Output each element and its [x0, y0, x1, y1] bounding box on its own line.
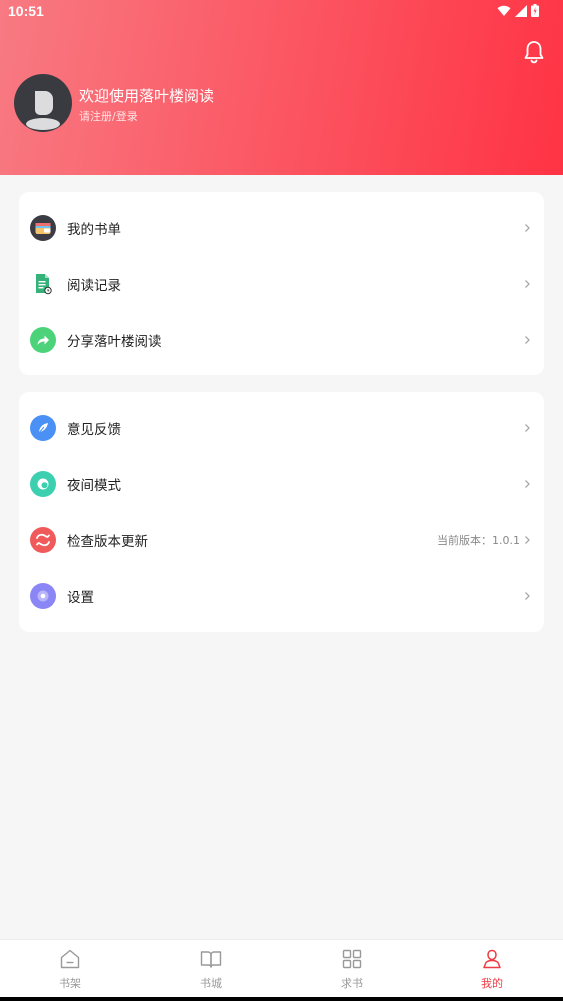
menu-item-label: 设置 — [67, 590, 94, 606]
gear-icon — [30, 583, 56, 609]
menu-item-label: 分享落叶楼阅读 — [67, 334, 162, 350]
home-icon — [60, 949, 80, 969]
gesture-bar-edge — [0, 997, 563, 1001]
share-icon — [30, 327, 56, 353]
chevron-right-icon — [525, 536, 530, 544]
menu-item-label: 夜间模式 — [67, 478, 121, 494]
wifi-icon — [497, 5, 511, 16]
menu-item-label: 检查版本更新 — [67, 534, 148, 550]
tab-request-book[interactable]: 求书 — [282, 940, 422, 998]
menu-card-secondary: 意见反馈 夜间模式 检查版本更新 当前版本：1.0.1 设置 — [19, 392, 544, 632]
document-icon — [30, 271, 56, 297]
current-version-text: 当前版本：1.0.1 — [437, 534, 520, 547]
menu-item-label: 我的书单 — [67, 222, 121, 238]
status-icons — [497, 4, 539, 17]
tab-bookshelf[interactable]: 书架 — [0, 940, 140, 998]
signal-icon — [515, 4, 527, 17]
chevron-right-icon — [525, 224, 530, 232]
menu-item-label: 阅读记录 — [67, 278, 121, 294]
menu-item-feedback[interactable]: 意见反馈 — [19, 400, 544, 456]
chevron-right-icon — [525, 336, 530, 344]
menu-item-my-booklist[interactable]: 我的书单 — [19, 200, 544, 256]
tab-bookstore[interactable]: 书城 — [141, 940, 281, 998]
register-login-link[interactable]: 请注册/登录 — [79, 108, 138, 124]
status-time: 10:51 — [8, 3, 44, 19]
grid-icon — [342, 949, 362, 969]
chevron-right-icon — [525, 280, 530, 288]
wallet-icon — [30, 215, 56, 241]
chevron-right-icon — [525, 424, 530, 432]
menu-card-primary: 我的书单 阅读记录 分享落叶楼阅读 — [19, 192, 544, 375]
tab-label: 书架 — [59, 977, 81, 990]
battery-icon — [531, 4, 539, 17]
chevron-right-icon — [525, 480, 530, 488]
menu-item-label: 意见反馈 — [67, 422, 121, 438]
avatar-placeholder-icon — [26, 91, 60, 130]
tab-label: 我的 — [481, 977, 503, 990]
book-icon — [200, 951, 222, 968]
menu-item-share-app[interactable]: 分享落叶楼阅读 — [19, 312, 544, 368]
feather-icon — [30, 415, 56, 441]
tab-label: 书城 — [200, 977, 222, 990]
avatar[interactable] — [14, 74, 72, 132]
user-icon — [483, 949, 501, 969]
menu-item-reading-history[interactable]: 阅读记录 — [19, 256, 544, 312]
status-bar: 10:51 — [0, 0, 563, 24]
bell-icon[interactable] — [523, 40, 545, 64]
tab-mine[interactable]: 我的 — [422, 940, 562, 998]
bottom-tab-bar: 书架 书城 求书 我的 — [0, 939, 563, 1001]
chevron-right-icon — [525, 592, 530, 600]
moon-icon — [30, 471, 56, 497]
menu-item-night-mode[interactable]: 夜间模式 — [19, 456, 544, 512]
refresh-icon — [30, 527, 56, 553]
menu-item-settings[interactable]: 设置 — [19, 568, 544, 624]
welcome-text: 欢迎使用落叶楼阅读 — [79, 87, 215, 105]
profile-header: 10:51 欢迎使用落叶楼阅读 请注册/登录 — [0, 0, 563, 175]
menu-item-check-update[interactable]: 检查版本更新 当前版本：1.0.1 — [19, 512, 544, 568]
tab-label: 求书 — [341, 977, 363, 990]
